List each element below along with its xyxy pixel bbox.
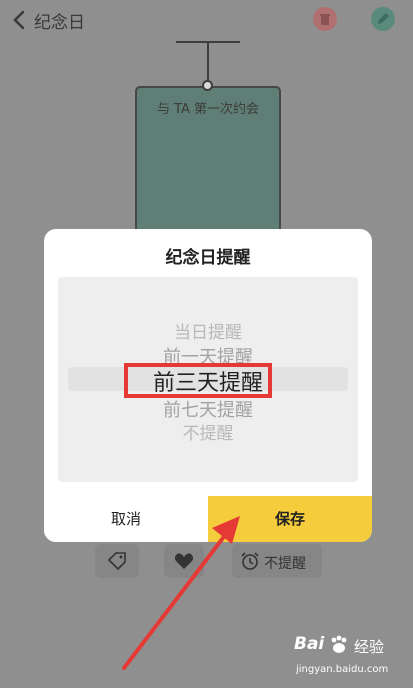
watermark-text: 经验	[354, 638, 385, 656]
delete-button[interactable]	[313, 7, 337, 31]
reminder-status-label: 不提醒	[264, 556, 306, 572]
watermark-url: jingyan.baidu.com	[296, 664, 389, 675]
watermark-brand: Bai	[294, 634, 325, 654]
heart-icon	[174, 553, 194, 569]
pencil-icon	[378, 13, 389, 24]
dialog-title: 纪念日提醒	[165, 248, 251, 268]
anniversary-card[interactable]: 与 TA 第一次约会	[135, 86, 281, 236]
annotation-highlight-box	[124, 363, 272, 398]
alarm-clock-icon	[241, 552, 259, 570]
picker-option-no-reminder[interactable]: 不提醒	[58, 419, 358, 444]
edit-button[interactable]	[371, 7, 395, 31]
tag-icon	[107, 552, 126, 570]
hanger-ring	[202, 80, 213, 91]
back-button[interactable]	[8, 8, 32, 32]
page-title: 纪念日	[34, 13, 85, 33]
top-bar: 纪念日	[0, 0, 413, 40]
card-title: 与 TA 第一次约会	[156, 102, 260, 117]
save-button[interactable]: 保存	[208, 496, 372, 542]
hanger-string	[207, 42, 209, 82]
paw-logo-icon	[331, 635, 347, 653]
reminder-button[interactable]: 不提醒	[232, 544, 322, 578]
chevron-left-icon	[13, 10, 25, 30]
favorite-button[interactable]	[164, 544, 204, 578]
tag-button[interactable]	[95, 544, 139, 578]
picker-option-same-day[interactable]: 当日提醒	[58, 318, 358, 343]
cancel-button[interactable]: 取消	[44, 496, 208, 542]
baidu-jingyan-watermark: Bai 经验 jingyan.baidu.com	[294, 634, 406, 684]
trash-icon	[320, 14, 330, 25]
